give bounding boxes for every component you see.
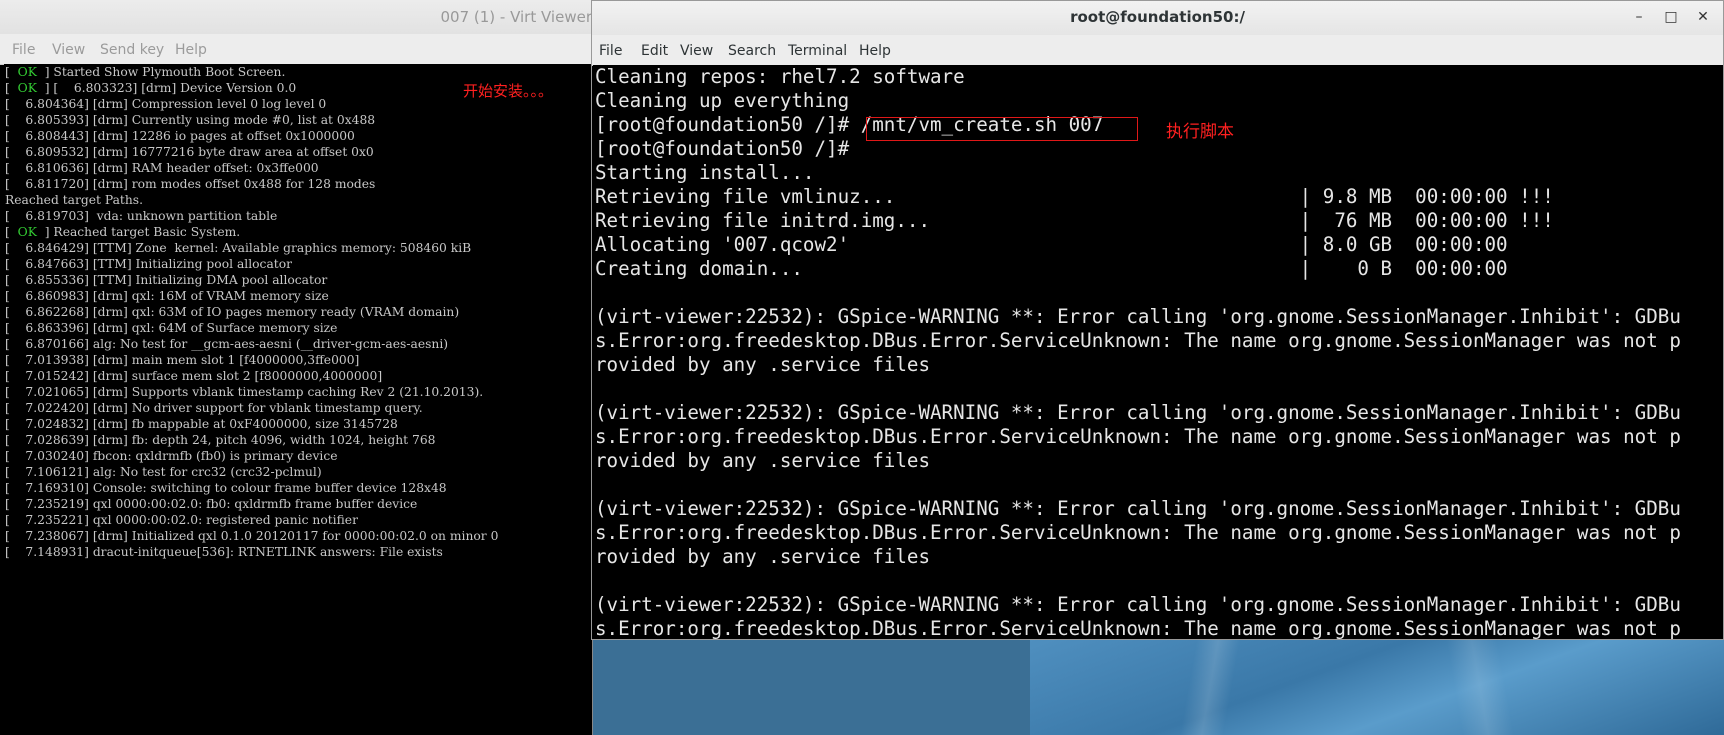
console-line: [ 6.808443] [drm] 12286 io pages at offs…: [5, 129, 355, 143]
console-line: [ 7.022420] [drm] No driver support for …: [5, 401, 423, 415]
menu-edit[interactable]: Edit: [641, 43, 668, 59]
virt-viewer-titlebar[interactable]: 007 (1) - Virt Viewer: [0, 0, 592, 34]
console-line: [ 6.847663] [TTM] Initializing pool allo…: [5, 257, 292, 271]
maximize-icon[interactable]: □: [1659, 4, 1683, 30]
console-line: Reached target Paths.: [5, 193, 144, 207]
terminal-line: (virt-viewer:22532): GSpice-WARNING **: …: [595, 593, 1681, 616]
console-line: [ 7.148931] dracut-initqueue[536]: RTNET…: [5, 545, 443, 559]
menu-terminal[interactable]: Terminal: [788, 43, 847, 59]
console-line: [ 7.024832] [drm] fb mappable at 0xF4000…: [5, 417, 398, 431]
terminal-line: s.Error:org.freedesktop.DBus.Error.Servi…: [595, 329, 1681, 352]
terminal-line: Cleaning repos: rhel7.2 software: [595, 65, 965, 88]
terminal-menubar: File Edit View Search Terminal Help: [592, 35, 1723, 66]
close-icon[interactable]: ✕: [1691, 4, 1715, 30]
terminal-line: s.Error:org.freedesktop.DBus.Error.Servi…: [595, 425, 1681, 448]
menu-view[interactable]: View: [52, 42, 85, 58]
menu-help[interactable]: Help: [859, 43, 891, 59]
vm-console-screen[interactable]: [ OK ] Started Show Plymouth Boot Screen…: [4, 64, 592, 735]
virt-viewer-menubar: File View Send key Help: [0, 34, 592, 65]
terminal-line: s.Error:org.freedesktop.DBus.Error.Servi…: [595, 521, 1681, 544]
console-line: [ 7.235221] qxl 0000:00:02.0: registered…: [5, 513, 358, 527]
console-line: [ 6.810636] [drm] RAM header offset: 0x3…: [5, 161, 319, 175]
menu-file[interactable]: File: [12, 42, 35, 58]
terminal-line: Creating domain... | 0 B 00:00:00: [595, 257, 1508, 280]
console-line: [ 7.013938] [drm] main mem slot 1 [f4000…: [5, 353, 360, 367]
console-line: [ 6.805393] [drm] Currently using mode #…: [5, 113, 376, 127]
menu-send-key[interactable]: Send key: [100, 42, 164, 58]
console-line: [ 7.235219] qxl 0000:00:02.0: fb0: qxldr…: [5, 497, 418, 511]
console-line: [ OK ] Reached target Basic System.: [5, 225, 241, 239]
terminal-line: Cleaning up everything: [595, 89, 850, 112]
terminal-line: Retrieving file vmlinuz... | 9.8 MB 00:0…: [595, 185, 1554, 208]
console-line: [ OK ] [ 6.803323] [drm] Device Version …: [5, 81, 297, 95]
menu-view[interactable]: View: [680, 43, 713, 59]
terminal-titlebar[interactable]: root@foundation50:/ – □ ✕: [592, 1, 1723, 36]
console-line: [ 6.804364] [drm] Compression level 0 lo…: [5, 97, 327, 111]
console-line: [ 7.106121] alg: No test for crc32 (crc3…: [5, 465, 322, 479]
terminal-window[interactable]: root@foundation50:/ – □ ✕ File Edit View…: [591, 0, 1724, 640]
annotation-run-script: 执行脚本: [1166, 122, 1234, 142]
terminal-line: (virt-viewer:22532): GSpice-WARNING **: …: [595, 497, 1681, 520]
virt-viewer-title: 007 (1) - Virt Viewer: [440, 8, 592, 26]
console-line: [ 6.870166] alg: No test for __gcm-aes-a…: [5, 337, 449, 351]
console-line: [ 6.860983] [drm] qxl: 16M of VRAM memor…: [5, 289, 329, 303]
wallpaper-streak: [1110, 640, 1310, 735]
console-line: [ 7.028639] [drm] fb: depth 24, pitch 40…: [5, 433, 436, 447]
terminal-line: rovided by any .service files: [595, 449, 931, 472]
desktop-background: [1030, 640, 1724, 735]
console-line: [ 6.819703] vda: unknown partition table: [5, 209, 278, 223]
terminal-title: root@foundation50:/: [1070, 8, 1245, 26]
terminal-line: Starting install...: [595, 161, 815, 184]
ok-status: OK: [17, 65, 37, 79]
ok-status: OK: [17, 81, 37, 95]
console-line: [ OK ] Started Show Plymouth Boot Screen…: [5, 65, 286, 79]
console-line: [ 6.846429] [TTM] Zone kernel: Available…: [5, 241, 472, 255]
terminal-line: Retrieving file initrd.img... | 76 MB 00…: [595, 209, 1554, 232]
console-line: [ 6.863396] [drm] qxl: 64M of Surface me…: [5, 321, 338, 335]
console-line: [ 6.811720] [drm] rom modes offset 0x488…: [5, 177, 376, 191]
console-line: [ 7.015242] [drm] surface mem slot 2 [f8…: [5, 369, 383, 383]
terminal-line: s.Error:org.freedesktop.DBus.Error.Servi…: [595, 617, 1681, 639]
virt-viewer-window[interactable]: 007 (1) - Virt Viewer File View Send key…: [0, 0, 593, 735]
terminal-line: rovided by any .service files: [595, 353, 931, 376]
console-line: [ 6.855336] [TTM] Initializing DMA pool …: [5, 273, 328, 287]
wallpaper-streak: [1360, 640, 1600, 735]
console-line: [ 7.169310] Console: switching to colour…: [5, 481, 447, 495]
console-line: [ 7.030240] fbcon: qxldrmfb (fb0) is pri…: [5, 449, 338, 463]
command-highlight-box: [866, 117, 1138, 141]
ok-status: OK: [17, 225, 37, 239]
terminal-line: rovided by any .service files: [595, 545, 931, 568]
menu-file[interactable]: File: [599, 43, 622, 59]
annotation-install-start: 开始安装。。。: [463, 82, 554, 100]
console-line: [ 6.862268] [drm] qxl: 63M of IO pages m…: [5, 305, 460, 319]
terminal-screen[interactable]: Cleaning repos: rhel7.2 software Cleaning…: [593, 65, 1723, 639]
console-line: [ 6.809532] [drm] 16777216 byte draw are…: [5, 145, 374, 159]
terminal-line: (virt-viewer:22532): GSpice-WARNING **: …: [595, 305, 1681, 328]
console-line: [ 7.238067] [drm] Initialized qxl 0.1.0 …: [5, 529, 499, 543]
terminal-line: Allocating '007.qcow2' | 8.0 GB 00:00:00: [595, 233, 1508, 256]
terminal-line: (virt-viewer:22532): GSpice-WARNING **: …: [595, 401, 1681, 424]
menu-search[interactable]: Search: [728, 43, 776, 59]
terminal-output: Cleaning repos: rhel7.2 software Cleaning…: [595, 65, 1681, 639]
boot-log: [ OK ] Started Show Plymouth Boot Screen…: [5, 64, 498, 560]
minimize-icon[interactable]: –: [1627, 4, 1651, 30]
menu-help[interactable]: Help: [175, 42, 207, 58]
console-line: [ 7.021065] [drm] Supports vblank timest…: [5, 385, 484, 399]
